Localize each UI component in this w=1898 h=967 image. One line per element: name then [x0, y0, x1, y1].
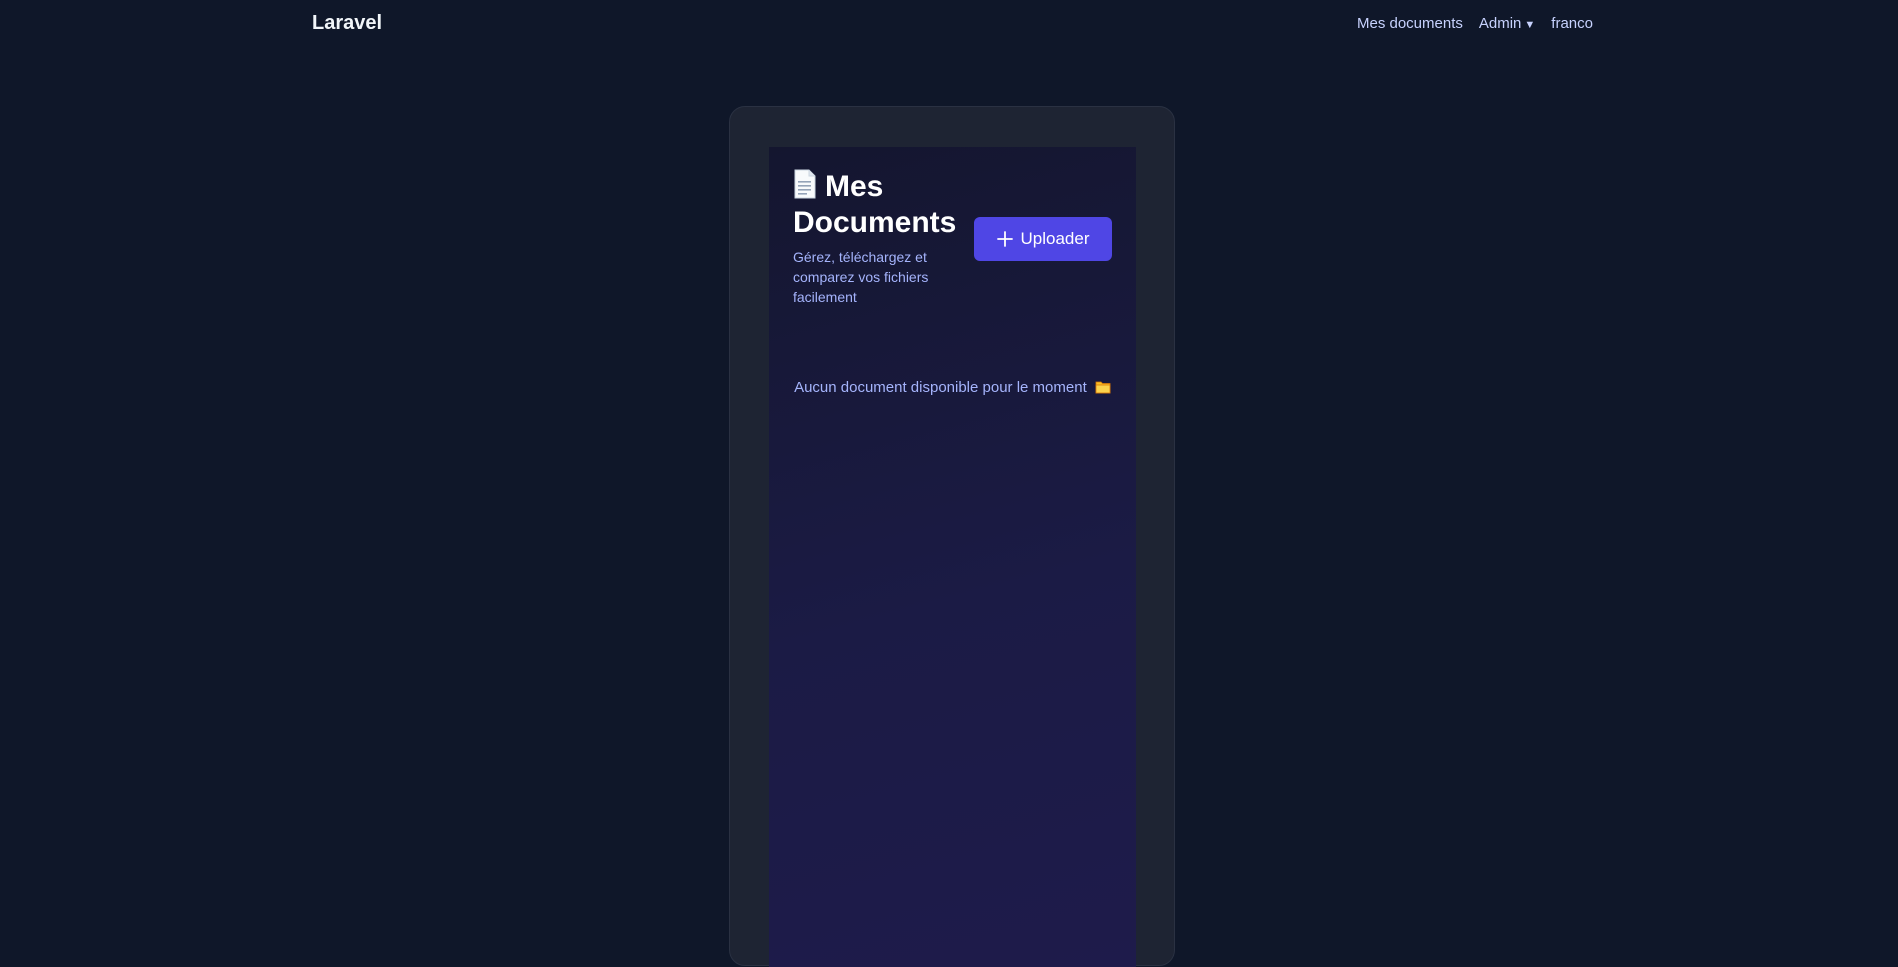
admin-dropdown[interactable]: Admin ▼ — [1479, 15, 1535, 32]
plus-icon — [996, 231, 1013, 247]
user-menu[interactable]: franco — [1551, 15, 1593, 32]
empty-state-message: Aucun document disponible pour le moment — [794, 379, 1087, 396]
nav-link-mes-documents[interactable]: Mes documents — [1357, 15, 1463, 32]
page-title: Mes Documents — [793, 169, 973, 241]
documents-panel: Mes Documents Gérez, téléchargez et comp… — [769, 147, 1136, 967]
document-icon — [794, 169, 816, 199]
page-subtitle: Gérez, téléchargez et comparez vos fichi… — [793, 249, 929, 305]
page-title-text: Mes Documents — [793, 170, 957, 239]
nav-links: Mes documents Admin ▼ franco — [1357, 15, 1593, 32]
upload-button-label: Uploader — [1020, 229, 1090, 248]
folder-icon — [1095, 381, 1111, 394]
admin-dropdown-label: Admin — [1478, 15, 1522, 32]
brand-logo[interactable]: Laravel — [312, 12, 382, 35]
chevron-down-icon: ▼ — [1524, 19, 1536, 31]
top-navbar: Laravel Mes documents Admin ▼ franco — [0, 0, 1898, 50]
upload-button[interactable]: Uploader — [974, 217, 1112, 261]
empty-state: Aucun document disponible pour le moment — [769, 379, 1136, 396]
